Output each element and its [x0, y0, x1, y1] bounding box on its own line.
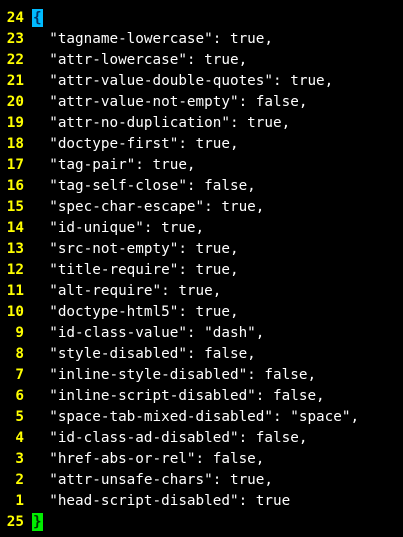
code-text: "src-not-empty": true, [32, 241, 239, 257]
line-number: 13 [6, 241, 24, 257]
code-text: "id-class-ad-disabled": false, [32, 430, 308, 446]
code-line[interactable]: 3 "href-abs-or-rel": false, [0, 449, 403, 470]
line-number: 12 [6, 262, 24, 278]
line-number: 23 [6, 31, 24, 47]
code-line[interactable]: 7 "inline-style-disabled": false, [0, 365, 403, 386]
line-number: 25 [6, 514, 24, 530]
line-number: 2 [15, 472, 24, 488]
line-number: 11 [6, 283, 24, 299]
code-text: "space-tab-mixed-disabled": "space", [32, 409, 360, 425]
matched-brace-close: } [32, 513, 43, 531]
code-line[interactable]: 8 "style-disabled": false, [0, 344, 403, 365]
code-line[interactable]: 19 "attr-no-duplication": true, [0, 113, 403, 134]
matched-brace-open: { [32, 9, 43, 27]
line-number: 10 [6, 304, 24, 320]
code-line[interactable]: 23 "tagname-lowercase": true, [0, 29, 403, 50]
code-line[interactable]: 10 "doctype-html5": true, [0, 302, 403, 323]
code-text: "doctype-html5": true, [32, 304, 239, 320]
code-line[interactable]: 2 "attr-unsafe-chars": true, [0, 470, 403, 491]
code-line[interactable]: 11 "alt-require": true, [0, 281, 403, 302]
code-text: "inline-script-disabled": false, [32, 388, 325, 404]
code-text: "tagname-lowercase": true, [32, 31, 274, 47]
line-number: 9 [15, 325, 24, 341]
code-text: "alt-require": true, [32, 283, 222, 299]
code-text: "doctype-first": true, [32, 136, 239, 152]
line-number: 7 [15, 367, 24, 383]
line-number: 22 [6, 52, 24, 68]
code-text: "tag-pair": true, [32, 157, 196, 173]
code-editor[interactable]: 24 { 23 "tagname-lowercase": true, 22 "a… [0, 0, 403, 537]
code-text: "attr-no-duplication": true, [32, 115, 291, 131]
code-line[interactable]: 20 "attr-value-not-empty": false, [0, 92, 403, 113]
line-number: 18 [6, 136, 24, 152]
line-number: 4 [15, 430, 24, 446]
code-line[interactable]: 5 "space-tab-mixed-disabled": "space", [0, 407, 403, 428]
code-text: "style-disabled": false, [32, 346, 256, 362]
code-line[interactable]: 15 "spec-char-escape": true, [0, 197, 403, 218]
line-number: 19 [6, 115, 24, 131]
line-number: 1 [15, 493, 24, 509]
line-number: 8 [15, 346, 24, 362]
code-text: "href-abs-or-rel": false, [32, 451, 265, 467]
line-number: 17 [6, 157, 24, 173]
line-number: 14 [6, 220, 24, 236]
line-number: 16 [6, 178, 24, 194]
code-text: "title-require": true, [32, 262, 239, 278]
line-number: 15 [6, 199, 24, 215]
code-line[interactable]: 1 "head-script-disabled": true [0, 491, 403, 512]
line-number: 20 [6, 94, 24, 110]
code-text: "id-class-value": "dash", [32, 325, 265, 341]
code-text: "attr-value-double-quotes": true, [32, 73, 334, 89]
code-line[interactable]: 17 "tag-pair": true, [0, 155, 403, 176]
code-text: "id-unique": true, [32, 220, 205, 236]
line-number: 3 [15, 451, 24, 467]
code-line[interactable]: 14 "id-unique": true, [0, 218, 403, 239]
code-text: "attr-lowercase": true, [32, 52, 248, 68]
code-line[interactable]: 6 "inline-script-disabled": false, [0, 386, 403, 407]
code-text: "attr-unsafe-chars": true, [32, 472, 274, 488]
code-line-close-brace[interactable]: 25 } [0, 512, 403, 533]
code-text: "attr-value-not-empty": false, [32, 94, 308, 110]
code-line[interactable]: 16 "tag-self-close": false, [0, 176, 403, 197]
code-line[interactable]: 22 "attr-lowercase": true, [0, 50, 403, 71]
code-text: "spec-char-escape": true, [32, 199, 265, 215]
code-text: "inline-style-disabled": false, [32, 367, 317, 383]
line-number: 21 [6, 73, 24, 89]
code-line[interactable]: 4 "id-class-ad-disabled": false, [0, 428, 403, 449]
code-line[interactable]: 12 "title-require": true, [0, 260, 403, 281]
line-number: 24 [6, 10, 24, 26]
code-line[interactable]: 21 "attr-value-double-quotes": true, [0, 71, 403, 92]
code-text: "tag-self-close": false, [32, 178, 256, 194]
code-line[interactable]: 13 "src-not-empty": true, [0, 239, 403, 260]
code-line[interactable]: 18 "doctype-first": true, [0, 134, 403, 155]
line-number: 6 [15, 388, 24, 404]
code-line[interactable]: 9 "id-class-value": "dash", [0, 323, 403, 344]
line-number: 5 [15, 409, 24, 425]
code-text: "head-script-disabled": true [32, 493, 291, 509]
code-line-open-brace[interactable]: 24 { [0, 8, 403, 29]
